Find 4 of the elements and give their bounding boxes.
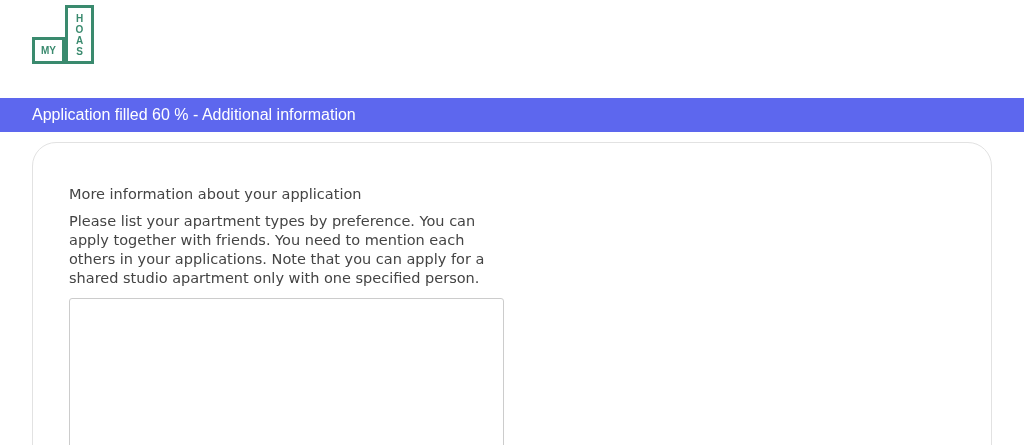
answer-box[interactable] — [69, 297, 504, 445]
form-heading: More information about your application — [69, 185, 363, 204]
logo: MY HOAS — [32, 5, 94, 64]
form-description: Please list your apartment types by preference. You can apply together with friends. You need to mention each others in your applications. Note that you can apply for a shared studio apartment only with one specified person. — [69, 211, 486, 288]
